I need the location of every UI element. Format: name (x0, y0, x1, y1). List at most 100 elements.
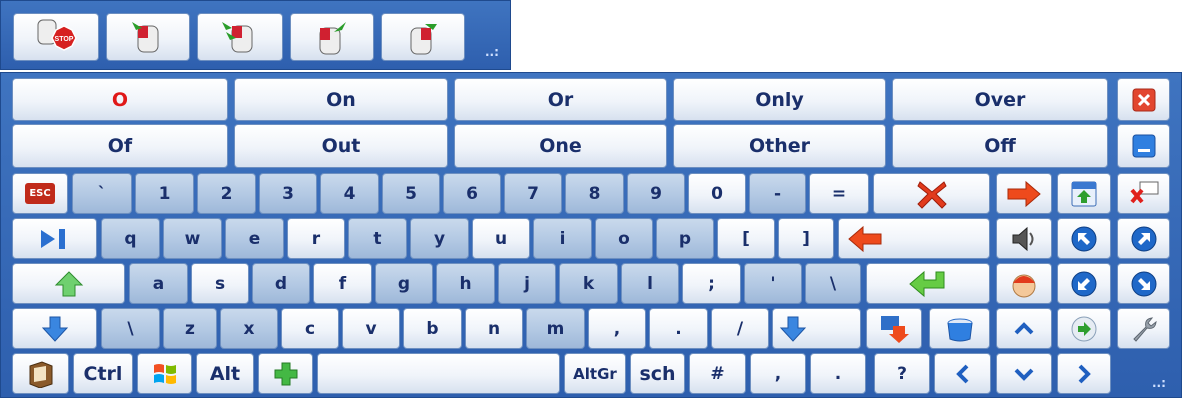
ctrl-key[interactable]: Ctrl (73, 353, 133, 394)
key-q[interactable]: q (101, 218, 160, 259)
altgr-key[interactable]: AltGr (564, 353, 626, 394)
tab-key[interactable] (12, 218, 97, 259)
key-n[interactable]: n (465, 308, 523, 349)
key-s[interactable]: s (191, 263, 249, 304)
comma-key[interactable]: , (750, 353, 806, 394)
key-backtick[interactable]: ` (72, 173, 132, 214)
key-2[interactable]: 2 (197, 173, 256, 214)
key-k[interactable]: k (559, 263, 618, 304)
shift-down-key[interactable] (12, 308, 97, 349)
key-apostrophe[interactable]: ' (744, 263, 802, 304)
key-slash[interactable]: / (711, 308, 769, 349)
text-down-key[interactable] (866, 308, 922, 349)
save-key[interactable] (1057, 173, 1111, 214)
key-0[interactable]: 0 (688, 173, 746, 214)
period-key[interactable]: . (810, 353, 866, 394)
key-comma[interactable]: , (588, 308, 646, 349)
suggestion-over[interactable]: Over (892, 78, 1108, 121)
suggestion-one[interactable]: One (454, 124, 667, 168)
avatar-key[interactable] (996, 263, 1052, 304)
mouse-left-click-button[interactable] (106, 13, 190, 61)
key-a[interactable]: a (129, 263, 188, 304)
up-chevron-key[interactable] (996, 308, 1052, 349)
dictionary-key[interactable] (12, 353, 69, 394)
key-3[interactable]: 3 (259, 173, 317, 214)
key-5[interactable]: 5 (382, 173, 440, 214)
ne-arrow-key[interactable] (1117, 218, 1170, 259)
key-b[interactable]: b (403, 308, 462, 349)
caps-down-key[interactable] (772, 308, 861, 349)
left-chevron-key[interactable] (934, 353, 991, 394)
key-1[interactable]: 1 (135, 173, 194, 214)
down-chevron-key[interactable] (996, 353, 1052, 394)
windows-key[interactable] (137, 353, 192, 394)
backspace-key[interactable] (838, 218, 990, 259)
suggestion-of[interactable]: Of (12, 124, 228, 168)
key-7[interactable]: 7 (504, 173, 562, 214)
key-backslash-2[interactable]: \ (101, 308, 160, 349)
question-key[interactable]: ? (874, 353, 930, 394)
key-close-bracket[interactable]: ] (778, 218, 834, 259)
shift-key[interactable] (12, 263, 125, 304)
suggestion-on[interactable]: On (234, 78, 448, 121)
suggestion-other[interactable]: Other (673, 124, 886, 168)
suggestion-out[interactable]: Out (234, 124, 448, 168)
key-open-bracket[interactable]: [ (717, 218, 775, 259)
right-arrow-key[interactable] (996, 173, 1052, 214)
key-backslash[interactable]: \ (805, 263, 861, 304)
next-key[interactable] (1057, 308, 1111, 349)
mouse-right-click-button[interactable] (381, 13, 465, 61)
resize-grip[interactable]: ..: (485, 45, 499, 59)
enter-key[interactable] (866, 263, 990, 304)
key-t[interactable]: t (348, 218, 407, 259)
suggestion-or[interactable]: Or (454, 78, 667, 121)
alt-key[interactable]: Alt (196, 353, 254, 394)
key-g[interactable]: g (375, 263, 433, 304)
sch-key[interactable]: sch (630, 353, 685, 394)
key-period[interactable]: . (649, 308, 708, 349)
key-semicolon[interactable]: ; (682, 263, 741, 304)
key-w[interactable]: w (163, 218, 222, 259)
key-equals[interactable]: = (809, 173, 869, 214)
key-m[interactable]: m (526, 308, 585, 349)
key-9[interactable]: 9 (627, 173, 685, 214)
key-u[interactable]: u (472, 218, 530, 259)
key-r[interactable]: r (287, 218, 345, 259)
key-d[interactable]: d (252, 263, 310, 304)
nw-arrow-key[interactable] (1057, 218, 1111, 259)
sw-arrow-key[interactable] (1057, 263, 1111, 304)
key-p[interactable]: p (656, 218, 714, 259)
settings-key[interactable] (1117, 308, 1170, 349)
delete-word-key[interactable] (873, 173, 990, 214)
mouse-drag-button[interactable] (290, 13, 374, 61)
key-e[interactable]: e (225, 218, 284, 259)
key-o[interactable]: o (595, 218, 653, 259)
space-key[interactable] (317, 353, 560, 394)
key-minus[interactable]: - (749, 173, 806, 214)
key-j[interactable]: j (498, 263, 556, 304)
stop-mouse-button[interactable]: STOP (13, 13, 99, 61)
spellcheck-key[interactable] (1117, 173, 1170, 214)
hash-key[interactable]: # (689, 353, 746, 394)
suggestion-off[interactable]: Off (892, 124, 1108, 168)
right-chevron-key[interactable] (1057, 353, 1111, 394)
suggestion-o[interactable]: O (12, 78, 228, 121)
bucket-key[interactable] (929, 308, 990, 349)
mouse-double-click-button[interactable] (197, 13, 283, 61)
key-6[interactable]: 6 (443, 173, 501, 214)
key-8[interactable]: 8 (565, 173, 624, 214)
key-y[interactable]: y (410, 218, 469, 259)
key-i[interactable]: i (533, 218, 592, 259)
keyboard-resize-grip[interactable]: ..: (1152, 376, 1166, 390)
key-z[interactable]: z (163, 308, 217, 349)
se-arrow-key[interactable] (1117, 263, 1170, 304)
close-button[interactable] (1117, 78, 1170, 121)
suggestion-only[interactable]: Only (673, 78, 886, 121)
key-4[interactable]: 4 (320, 173, 379, 214)
key-h[interactable]: h (436, 263, 495, 304)
add-key[interactable] (258, 353, 313, 394)
key-x[interactable]: x (220, 308, 278, 349)
key-c[interactable]: c (281, 308, 339, 349)
key-l[interactable]: l (621, 263, 679, 304)
speaker-key[interactable] (996, 218, 1052, 259)
